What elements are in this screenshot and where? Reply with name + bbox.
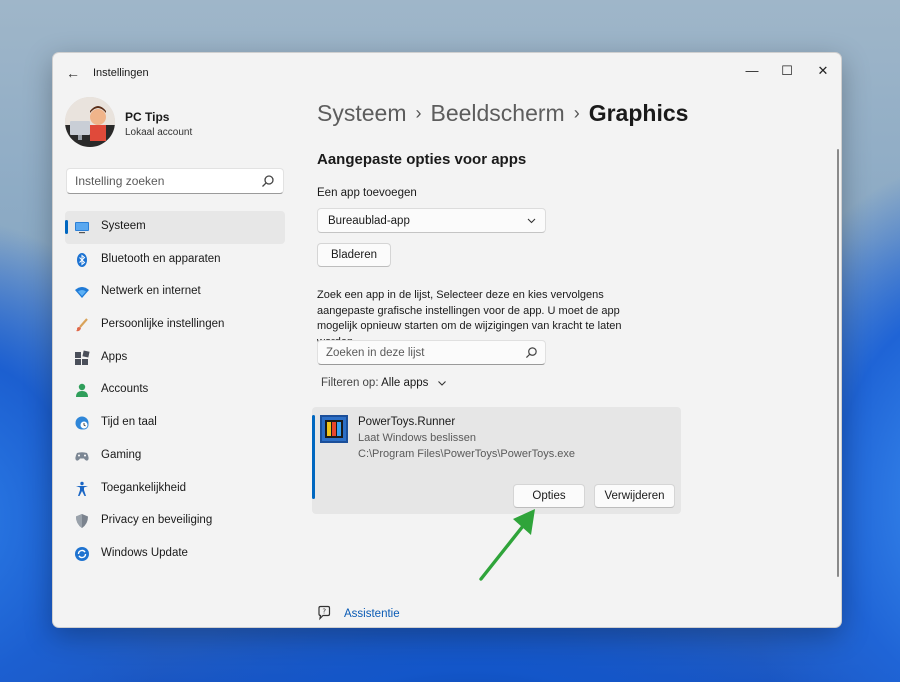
sidebar-item-toegankelijkheid[interactable]: Toegankelijkheid [65,473,285,506]
sidebar-item-systeem[interactable]: Systeem [65,211,285,244]
breadcrumb: Systeem › Beeldscherm › Graphics [317,100,688,127]
window-title: Instellingen [93,67,149,79]
sidebar-item-label: Accounts [101,383,149,396]
sidebar-item-label: Windows Update [101,546,188,559]
scrollbar[interactable] [837,149,839,577]
sidebar-item-gaming[interactable]: Gaming [65,440,285,473]
chevron-down-icon [437,381,446,386]
chevron-down-icon [527,218,536,224]
sidebar-item-bluetooth[interactable]: Bluetooth en apparaten [65,244,285,277]
account-type: Lokaal account [125,127,193,138]
sidebar-item-label: Bluetooth en apparaten [101,252,221,265]
remove-button[interactable]: Verwijderen [594,484,675,508]
profile-name: PC Tips [125,110,170,124]
sidebar-item-label: Persoonlijke instellingen [101,318,225,331]
search-icon[interactable] [525,346,538,359]
sidebar-item-windows-update[interactable]: Windows Update [65,538,285,571]
accessibility-icon [76,481,88,496]
sidebar-item-label: Tijd en taal [101,416,157,429]
close-button[interactable]: ✕ [804,58,841,84]
sidebar-item-label: Privacy en beveiliging [101,514,213,527]
filter-value: Alle apps [381,377,429,389]
breadcrumb-separator: › [415,103,422,123]
sidebar-item-label: Gaming [101,448,142,461]
sidebar-item-label: Apps [101,350,128,363]
powertoys-app-icon [320,415,348,443]
title-bar: ← Instellingen — ☐ ✕ [53,53,841,93]
app-type-dropdown[interactable]: Bureaublad-app [317,208,546,233]
filter-label: Filteren op: [321,377,379,389]
add-app-label: Een app toevoegen [317,187,417,199]
app-path: C:\Program Files\PowerToys\PowerToys.exe [358,448,576,460]
page-title: Graphics [588,100,689,126]
back-arrow-icon[interactable]: ← [63,64,83,82]
sidebar-item-label: Toegankelijkheid [101,481,187,494]
search-icon[interactable] [261,174,275,188]
globe-clock-icon [75,416,89,430]
avatar[interactable] [65,97,115,147]
wifi-icon [75,287,89,299]
settings-window: ← Instellingen — ☐ ✕ PC Tips Lokaal acco… [52,52,842,628]
sidebar-item-privacy[interactable]: Privacy en beveiliging [65,505,285,538]
browse-button[interactable]: Bladeren [317,243,391,267]
apps-icon [75,350,90,365]
breadcrumb-beeldscherm[interactable]: Beeldscherm [430,100,564,126]
app-type-selected: Bureaublad-app [328,215,410,227]
app-graphics-preference: Laat Windows beslissen [358,432,477,444]
sidebar-nav: Systeem Bluetooth en apparaten Netwerk e… [65,211,285,571]
sidebar-item-netwerk[interactable]: Netwerk en internet [65,276,285,309]
list-search-input[interactable] [326,341,516,364]
brush-icon [76,318,88,332]
app-list-item[interactable]: PowerToys.Runner Laat Windows beslissen … [312,407,681,514]
maximize-button[interactable]: ☐ [768,58,806,84]
sidebar-item-apps[interactable]: Apps [65,342,285,375]
breadcrumb-systeem[interactable]: Systeem [317,100,406,126]
bluetooth-icon [77,252,87,267]
sidebar-item-accounts[interactable]: Accounts [65,374,285,407]
shield-icon [76,514,88,529]
breadcrumb-separator: › [573,103,580,123]
help-chat-icon: ? [318,605,331,621]
sidebar-item-tijd-taal[interactable]: Tijd en taal [65,407,285,440]
list-search[interactable] [317,340,546,365]
section-title: Aangepaste opties voor apps [317,151,527,168]
monitor-icon [75,222,89,234]
sidebar-item-label: Netwerk en internet [101,285,201,298]
sidebar-item-label: Systeem [101,220,146,232]
person-icon [76,384,88,398]
minimize-button[interactable]: — [733,58,771,84]
svg-text:?: ? [322,608,326,616]
app-name: PowerToys.Runner [358,416,456,428]
update-icon [75,546,89,561]
sidebar-item-persoonlijk[interactable]: Persoonlijke instellingen [65,309,285,342]
help-label: Assistentie [344,608,400,620]
annotation-arrow [479,509,535,581]
gamepad-icon [75,452,89,461]
settings-search[interactable] [66,168,284,194]
filter-dropdown[interactable]: Filteren op: Alle apps [321,377,447,389]
settings-search-input[interactable] [75,169,255,193]
